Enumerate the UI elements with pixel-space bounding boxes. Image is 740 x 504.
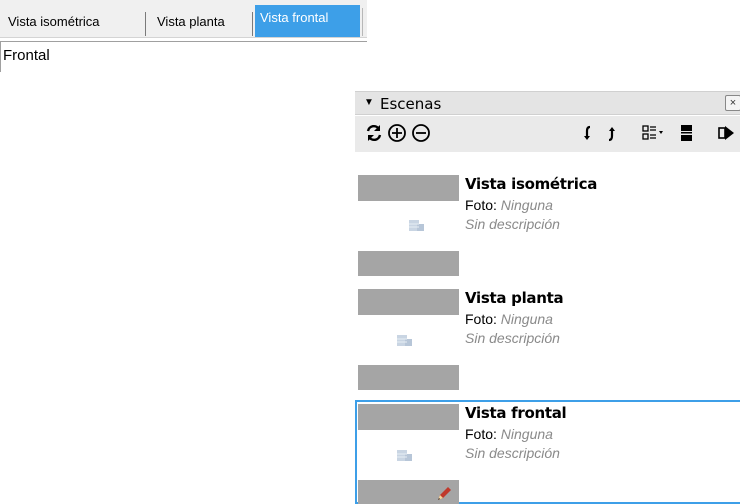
refresh-icon[interactable] <box>364 122 386 146</box>
close-icon[interactable]: × <box>725 95 740 111</box>
remove-scene-icon[interactable] <box>410 122 432 146</box>
panel-title: Escenas <box>380 95 442 113</box>
scene-name: Vista frontal <box>465 404 567 422</box>
scene-placeholder-icon <box>397 335 412 346</box>
pencil-icon[interactable] <box>435 485 453 503</box>
scenes-panel: ▼ Escenas × Vista isométrica Foto: Ningu… <box>355 86 740 504</box>
scene-placeholder-icon <box>409 220 424 231</box>
scene-item-vista-frontal[interactable]: Vista frontal Foto: Ninguna Sin descripc… <box>355 400 740 504</box>
scene-description: Sin descripción <box>465 445 560 461</box>
add-scene-icon[interactable] <box>386 122 408 146</box>
triangle-down-icon[interactable]: ▼ <box>364 97 374 108</box>
tab-vista-isometrica[interactable]: Vista isométrica <box>0 7 140 37</box>
scene-status-text: Frontal <box>0 41 367 72</box>
scene-description: Sin descripción <box>465 330 560 346</box>
scene-item-vista-planta[interactable]: Vista planta Foto: Ninguna Sin descripci… <box>355 289 740 399</box>
tab-divider <box>145 12 146 36</box>
scene-placeholder-icon <box>397 450 412 461</box>
scene-photo: Foto: Ninguna <box>465 197 553 213</box>
tab-divider <box>362 8 363 36</box>
scene-thumbnail[interactable] <box>358 289 459 390</box>
scene-name: Vista planta <box>465 289 564 307</box>
scene-tab-bar: Vista isométrica Vista planta Vista fron… <box>0 0 367 38</box>
move-scene-up-icon[interactable] <box>605 122 619 146</box>
move-scene-down-icon[interactable] <box>581 122 595 146</box>
panel-header[interactable]: ▼ Escenas × <box>355 91 740 115</box>
scene-item-vista-isometrica[interactable]: Vista isométrica Foto: Ninguna Sin descr… <box>355 175 740 285</box>
scene-description: Sin descripción <box>465 216 560 232</box>
show-details-icon[interactable] <box>679 122 695 146</box>
tab-divider <box>252 12 253 36</box>
scene-name: Vista isométrica <box>465 175 598 193</box>
tab-vista-frontal[interactable]: Vista frontal <box>255 5 360 37</box>
scenes-toolbar <box>355 116 740 152</box>
tab-vista-planta[interactable]: Vista planta <box>150 7 250 37</box>
scene-thumbnail[interactable] <box>358 404 459 504</box>
scene-thumbnail[interactable] <box>358 175 459 276</box>
expand-icon[interactable] <box>717 122 737 146</box>
scene-photo: Foto: Ninguna <box>465 426 553 442</box>
view-options-icon[interactable] <box>641 122 667 146</box>
scene-photo: Foto: Ninguna <box>465 311 553 327</box>
